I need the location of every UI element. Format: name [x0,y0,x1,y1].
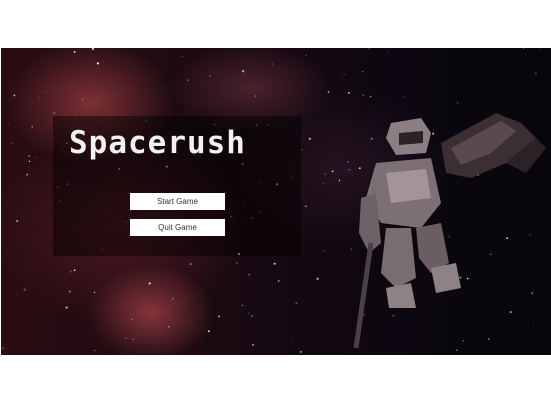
star [148,282,151,285]
star [7,122,9,124]
star [435,89,437,91]
star [362,94,365,97]
star [45,91,47,93]
star [272,63,274,65]
star [360,50,362,51]
star [182,56,184,57]
star [247,312,250,314]
star [301,148,303,150]
star [305,54,307,56]
robot-character [353,113,546,349]
space-background: Spacerush Start Game Quit Game [1,48,551,355]
game-title: Spacerush [69,125,246,161]
star [132,338,134,340]
star [31,126,33,128]
star [28,155,30,157]
star [403,96,405,98]
star [2,347,4,350]
main-menu-panel: Spacerush Start Game Quit Game [53,116,301,256]
star [13,94,16,97]
star [308,137,311,140]
game-window: Spacerush Start Game Quit Game [0,0,551,402]
star [539,49,540,50]
star [248,274,250,276]
star [327,91,330,93]
star [73,269,76,272]
star [93,291,96,294]
star [324,173,326,175]
star [73,50,76,53]
star [306,221,308,223]
star [43,318,44,319]
star [68,290,71,293]
star [39,97,41,98]
star [273,262,276,265]
star [241,70,245,73]
star [304,205,307,208]
star [368,48,370,50]
star [161,85,163,87]
star [369,95,372,98]
star [235,262,238,265]
star [316,277,319,280]
star [131,318,134,321]
star [277,280,280,282]
star [341,78,343,79]
star [96,62,100,65]
star [187,79,189,82]
star [252,343,255,346]
star [388,52,389,53]
star [241,304,244,307]
star [291,337,292,338]
star [172,298,174,300]
star [1,196,2,199]
star [94,349,96,352]
start-game-button[interactable]: Start Game [130,193,225,210]
star [534,72,537,75]
star [26,173,29,176]
star [218,315,221,318]
star [322,250,325,252]
star [162,354,164,355]
star [168,325,170,328]
star [93,59,95,60]
star [53,112,56,115]
star [190,263,192,265]
star [91,48,94,50]
star [254,95,257,97]
star [322,183,324,184]
star [299,351,302,353]
star [147,341,149,342]
star [69,270,73,273]
star [23,288,26,291]
star [343,73,345,76]
star [35,156,37,158]
star [207,330,210,333]
star [82,98,84,100]
star [522,48,525,50]
star [209,75,211,77]
quit-game-button[interactable]: Quit Game [130,219,225,236]
star [65,306,68,309]
star [361,70,364,73]
star [347,91,351,95]
star [251,314,253,317]
star [295,301,298,305]
star [10,142,13,144]
star [28,160,31,163]
star [125,337,127,339]
star [16,220,19,223]
